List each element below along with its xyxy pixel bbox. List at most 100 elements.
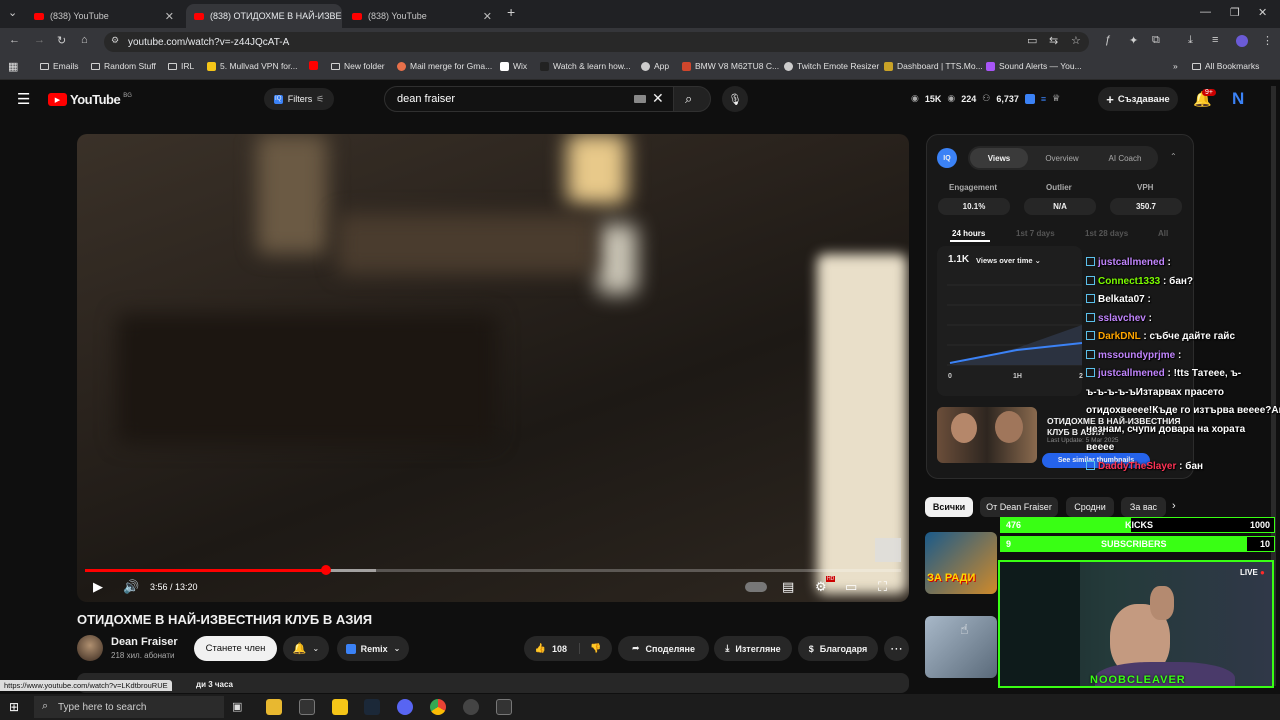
capcut-icon[interactable]	[299, 699, 315, 715]
extension-icon[interactable]: ✦	[1129, 34, 1138, 47]
youtube-logo[interactable]: ▶ YouTube BG	[48, 92, 132, 107]
tab-search-icon[interactable]: ⌄	[8, 6, 17, 19]
discord-icon[interactable]	[397, 699, 413, 715]
minimize-icon[interactable]: —	[1200, 6, 1211, 18]
dislike-button[interactable]: 👎	[580, 643, 601, 654]
channel-watermark[interactable]	[875, 538, 901, 562]
create-button[interactable]: + Създаване	[1098, 87, 1178, 111]
puzzle-extensions-icon[interactable]: ⧉	[1152, 34, 1160, 47]
tab-youtube-video[interactable]: (838) ОТИДОХМЕ В НАЙ-ИЗВЕСТ ✕	[186, 4, 342, 28]
range-7-days[interactable]: 1st 7 days	[1016, 229, 1055, 238]
chip-related[interactable]: Сродни	[1066, 497, 1114, 517]
bookmark-watch-learn[interactable]: Watch & learn how...	[540, 61, 631, 71]
windows-start-icon[interactable]: ⊞	[9, 700, 19, 714]
tab-youtube-2[interactable]: (838) YouTube ✕	[344, 4, 500, 28]
reload-icon[interactable]: ↻	[57, 34, 66, 47]
settings-gear-icon[interactable]: ⚙	[815, 579, 827, 595]
subtitles-icon[interactable]: ▤	[782, 579, 794, 595]
bookmark-twitch-emote[interactable]: Twitch Emote Resizer	[784, 61, 879, 71]
close-tab-icon[interactable]: ✕	[483, 10, 492, 23]
collapse-chevron-icon[interactable]: ⌃	[1170, 152, 1177, 161]
task-view-icon[interactable]: ▣	[232, 700, 242, 713]
more-actions-button[interactable]: ⋯	[884, 636, 909, 661]
tab-list-icon[interactable]: ≡	[1212, 34, 1218, 46]
video-player[interactable]	[77, 134, 909, 602]
share-button[interactable]: ➦ Споделяне	[618, 636, 709, 661]
bookmark-mullvad[interactable]: 5. Mullvad VPN for...	[207, 61, 297, 71]
theater-mode-icon[interactable]: ▭	[845, 579, 857, 595]
hamburger-menu-icon[interactable]: ☰	[17, 90, 30, 108]
range-28-days[interactable]: 1st 28 days	[1085, 229, 1128, 238]
apps-grid-icon[interactable]: ▦	[8, 60, 18, 73]
related-video-thumbnail[interactable]: ЗА РАДИ	[925, 532, 997, 594]
tab-views[interactable]: Views	[970, 148, 1028, 168]
like-button[interactable]: 👍 108	[535, 643, 581, 654]
bookmark-star-icon[interactable]: ☆	[1071, 34, 1081, 47]
bookmark-irl[interactable]: IRL	[168, 61, 194, 71]
views-dropdown[interactable]: Views over time ⌄	[976, 256, 1041, 265]
new-tab-icon[interactable]: +	[507, 4, 515, 20]
restore-icon[interactable]: ❐	[1230, 6, 1240, 19]
download-button[interactable]: ⤓ Изтегляне	[714, 636, 792, 661]
capcut-icon[interactable]	[496, 699, 512, 715]
bookmark-mail-merge[interactable]: Mail merge for Gma...	[397, 61, 492, 71]
range-all[interactable]: All	[1158, 229, 1168, 238]
autoplay-toggle[interactable]	[745, 582, 767, 592]
tab-youtube-1[interactable]: (838) YouTube ✕	[26, 4, 182, 28]
translate-icon[interactable]: ⇆	[1049, 34, 1058, 47]
close-window-icon[interactable]: ✕	[1258, 6, 1267, 19]
obs-icon[interactable]	[463, 699, 479, 715]
bookmark-sound-alerts[interactable]: Sound Alerts — You...	[986, 61, 1082, 71]
tab-overview[interactable]: Overview	[1034, 148, 1090, 168]
bookmark-wix[interactable]: Wix	[500, 61, 527, 71]
bookmark-bmw[interactable]: BMW V8 M62TU8 C...	[682, 61, 779, 71]
join-button[interactable]: Станете член	[194, 636, 277, 661]
cast-icon[interactable]: ▭	[1027, 34, 1037, 47]
bookmark-emails[interactable]: Emails	[40, 61, 79, 71]
search-input[interactable]: dean fraiser	[384, 86, 674, 112]
filters-button[interactable]: IQ Filters ⚟	[264, 88, 334, 110]
account-avatar[interactable]: N	[1232, 89, 1244, 109]
home-icon[interactable]: ⌂	[81, 34, 88, 46]
chrome-icon[interactable]	[430, 699, 446, 715]
voice-search-button[interactable]: 🎙	[722, 86, 748, 112]
bookmark-app[interactable]: App	[641, 61, 669, 71]
forward-icon[interactable]: →	[34, 34, 45, 46]
thanks-button[interactable]: $ Благодаря	[798, 636, 878, 661]
bookmark-new-folder[interactable]: New folder	[331, 61, 385, 71]
channel-avatar[interactable]	[77, 635, 103, 661]
fullscreen-icon[interactable]: ⛶	[878, 579, 887, 595]
chips-next-icon[interactable]: ›	[1172, 500, 1176, 512]
search-button[interactable]: ⌕	[673, 86, 711, 112]
bookmark-youtube[interactable]	[309, 61, 318, 70]
chip-from-channel[interactable]: От Dean Fraiser	[980, 497, 1058, 517]
close-tab-icon[interactable]: ✕	[165, 10, 174, 23]
channel-name[interactable]: Dean Fraiser	[111, 636, 178, 648]
bookmark-dashboard-tts[interactable]: Dashboard | TTS.Mo...	[884, 61, 983, 71]
similar-thumbnail[interactable]	[937, 407, 1037, 463]
keyboard-icon[interactable]	[634, 95, 646, 103]
back-icon[interactable]: ←	[9, 34, 20, 46]
more-bookmarks-icon[interactable]: »	[1173, 61, 1178, 71]
clear-search-icon[interactable]: ✕	[652, 90, 664, 107]
steam-icon[interactable]	[364, 699, 380, 715]
play-icon[interactable]: ▶	[93, 579, 103, 595]
download-icon[interactable]: ⤓	[1188, 34, 1193, 47]
profile-avatar[interactable]	[1236, 35, 1248, 47]
file-explorer-icon[interactable]	[266, 699, 282, 715]
address-bar[interactable]: youtube.com/watch?v=-z44JQcAT-A	[104, 32, 1089, 52]
sticky-app-icon[interactable]	[332, 699, 348, 715]
bookmark-random-stuff[interactable]: Random Stuff	[91, 61, 156, 71]
chip-for-you[interactable]: За вас	[1121, 497, 1166, 517]
menu-kebab-icon[interactable]: ⋮	[1262, 34, 1273, 47]
remix-button[interactable]: Remix ⌄	[337, 636, 409, 661]
range-24-hours[interactable]: 24 hours	[952, 229, 985, 238]
progress-scrubber[interactable]	[321, 565, 331, 575]
volume-icon[interactable]: 🔊	[123, 579, 139, 595]
site-info-icon[interactable]: ⚙	[111, 35, 119, 46]
chip-all[interactable]: Всички	[925, 497, 973, 517]
channel-stats-widget[interactable]: ◉ 15K ◉ 224 ⚇ 6,737 ≡ ♕	[911, 93, 1060, 104]
subscribe-bell-button[interactable]: 🔔 ⌄	[283, 636, 329, 661]
taskbar-search[interactable]: ⌕ Type here to search	[34, 696, 224, 718]
tab-ai-coach[interactable]: AI Coach	[1096, 148, 1154, 168]
